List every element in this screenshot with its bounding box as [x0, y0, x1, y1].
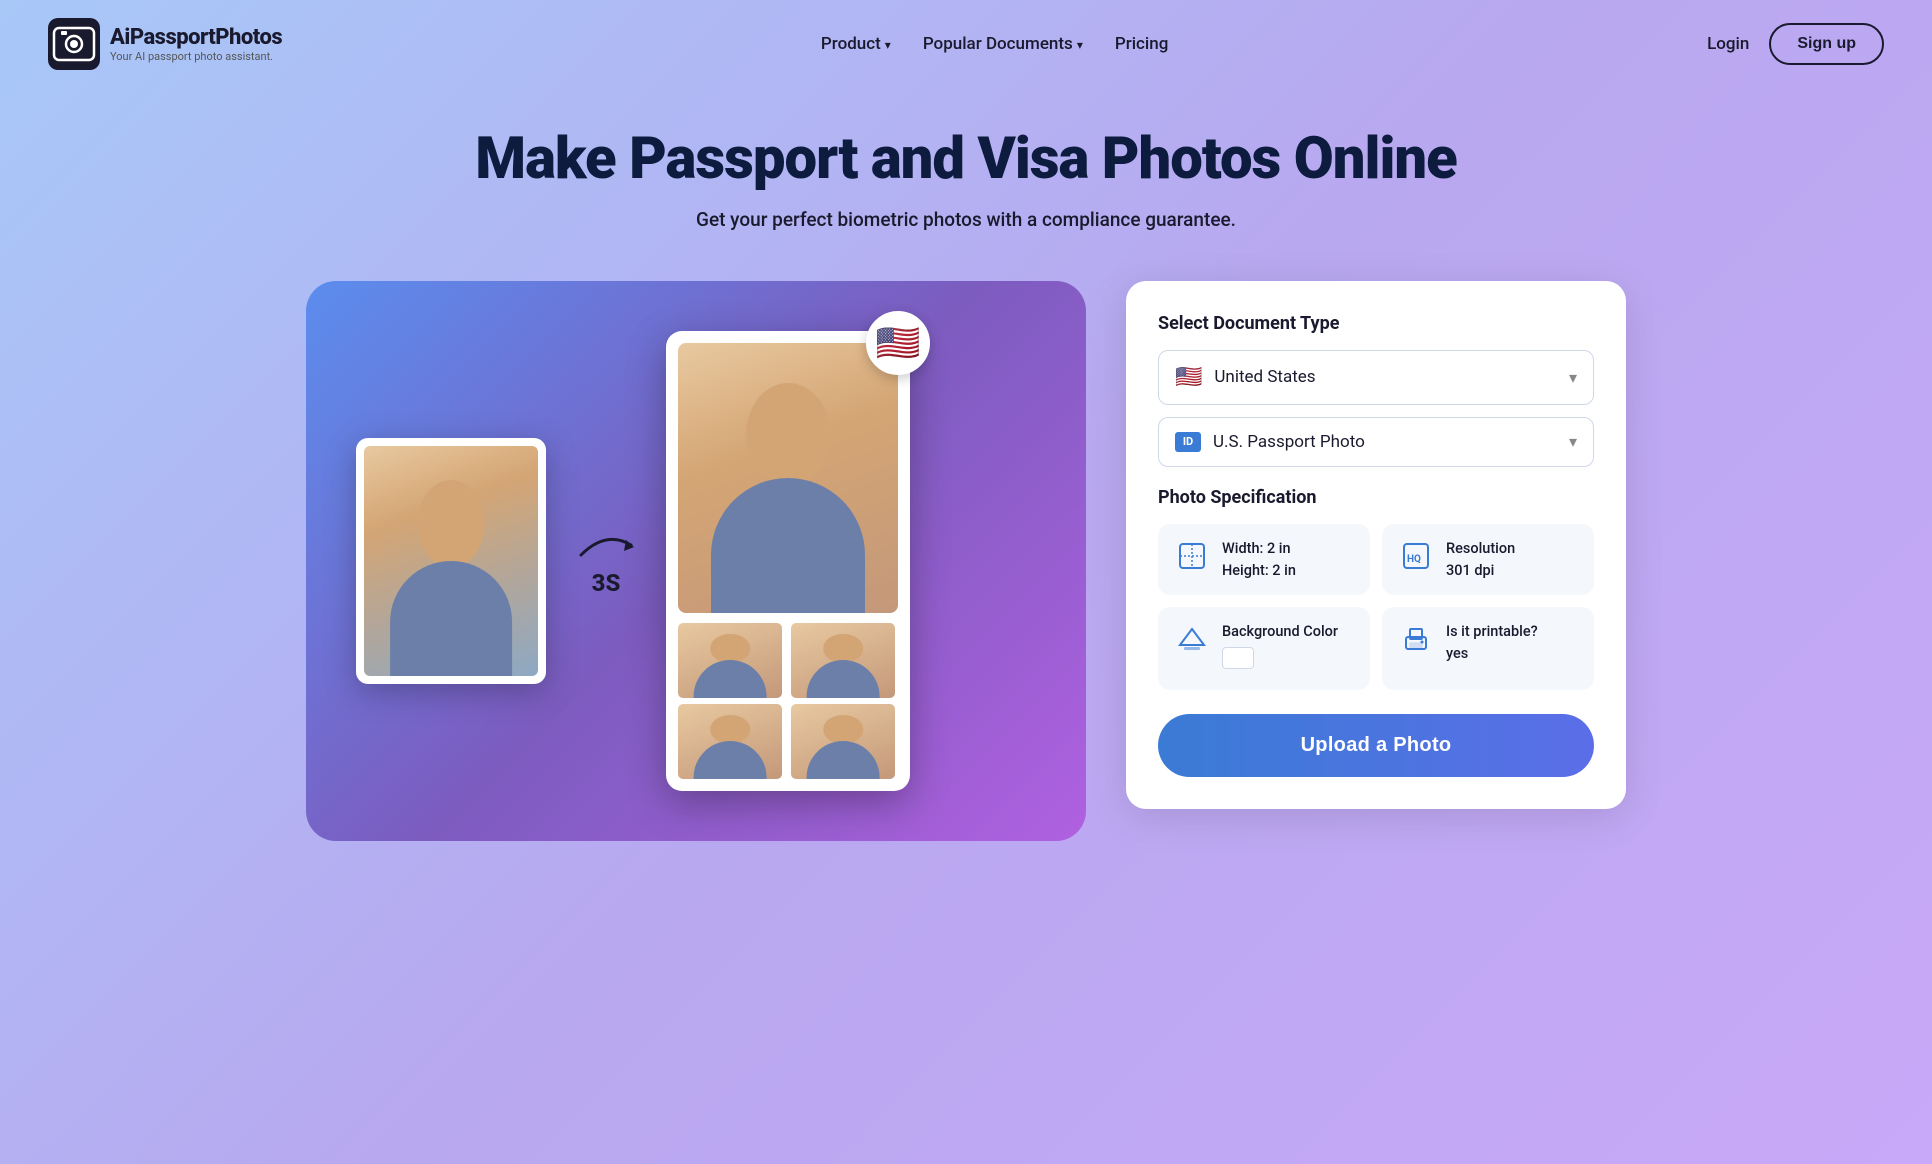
transform-arrow: 3S [576, 525, 636, 597]
hero-subheadline: Get your perfect biometric photos with a… [20, 208, 1912, 231]
nav-actions: Login Sign up [1707, 23, 1884, 65]
resolution-icon: HQ [1398, 538, 1434, 574]
spec-grid: Width: 2 in Height: 2 in HQ Resolution [1158, 524, 1594, 690]
after-thumb-1 [678, 623, 782, 698]
passport-icon: ID [1175, 432, 1201, 452]
before-photo-card [356, 438, 546, 684]
country-dropdown[interactable]: 🇺🇸 United States ▾ [1158, 350, 1594, 405]
country-flag-emoji: 🇺🇸 [1175, 365, 1202, 390]
document-type-label: U.S. Passport Photo [1213, 432, 1365, 452]
after-photo-card: 🇺🇸 [666, 331, 910, 791]
background-icon [1174, 621, 1210, 657]
document-type-left: ID U.S. Passport Photo [1175, 432, 1365, 452]
spec-dimensions-card: Width: 2 in Height: 2 in [1158, 524, 1370, 596]
before-photo-image [364, 446, 538, 676]
background-color-swatch[interactable] [1222, 647, 1254, 669]
person-silhouette-after-main [678, 343, 898, 613]
dimensions-icon [1174, 538, 1210, 574]
signup-button[interactable]: Sign up [1769, 23, 1884, 65]
after-thumb-4 [791, 704, 895, 779]
resolution-text: Resolution 301 dpi [1446, 538, 1515, 582]
country-chevron-icon: ▾ [1569, 368, 1577, 387]
person-silhouette-thumb-3 [678, 704, 782, 779]
document-type-dropdown[interactable]: ID U.S. Passport Photo ▾ [1158, 417, 1594, 467]
upload-button[interactable]: Upload a Photo [1158, 714, 1594, 777]
person-silhouette-thumb-2 [791, 623, 895, 698]
select-doc-title: Select Document Type [1158, 313, 1594, 334]
content-area: 3S 🇺🇸 S [0, 251, 1932, 881]
person-silhouette-thumb-1 [678, 623, 782, 698]
svg-text:HQ: HQ [1407, 554, 1421, 565]
login-button[interactable]: Login [1707, 34, 1749, 54]
spec-printable-card: Is it printable? yes [1382, 607, 1594, 690]
hero-headline: Make Passport and Visa Photos Online [20, 128, 1912, 192]
printable-text: Is it printable? yes [1446, 621, 1538, 665]
product-chevron-icon: ▾ [885, 38, 891, 52]
photo-spec-title: Photo Specification [1158, 487, 1594, 508]
logo[interactable]: AiPassportPhotos Your AI passport photo … [48, 18, 282, 70]
dimensions-text: Width: 2 in Height: 2 in [1222, 538, 1296, 582]
speed-label: 3S [592, 569, 621, 597]
country-label: United States [1214, 367, 1315, 387]
spec-background-card: Background Color [1158, 607, 1370, 690]
doctype-chevron-icon: ▾ [1569, 432, 1577, 451]
nav-pricing[interactable]: Pricing [1115, 34, 1169, 54]
nav-links: Product ▾ Popular Documents ▾ Pricing [821, 34, 1168, 54]
arrow-icon [576, 525, 636, 565]
after-photo-grid [678, 623, 898, 779]
hero-section: Make Passport and Visa Photos Online Get… [0, 88, 1932, 251]
person-silhouette-before [364, 446, 538, 676]
background-text: Background Color [1222, 621, 1338, 676]
country-dropdown-left: 🇺🇸 United States [1175, 365, 1316, 390]
form-panel: Select Document Type 🇺🇸 United States ▾ … [1126, 281, 1626, 809]
popular-chevron-icon: ▾ [1077, 38, 1083, 52]
brand-tagline: Your AI passport photo assistant. [110, 50, 282, 63]
illustration-panel: 3S 🇺🇸 [306, 281, 1086, 841]
after-thumb-3 [678, 704, 782, 779]
nav-popular-documents[interactable]: Popular Documents ▾ [923, 34, 1083, 54]
nav-product[interactable]: Product ▾ [821, 34, 891, 54]
brand-name: AiPassportPhotos [110, 25, 282, 50]
after-thumb-2 [791, 623, 895, 698]
spec-resolution-card: HQ Resolution 301 dpi [1382, 524, 1594, 596]
person-silhouette-thumb-4 [791, 704, 895, 779]
printer-icon [1398, 621, 1434, 657]
after-photo-main [678, 343, 898, 613]
photo-spec-section: Photo Specification Width: 2 in Height: … [1158, 487, 1594, 690]
logo-icon [48, 18, 100, 70]
